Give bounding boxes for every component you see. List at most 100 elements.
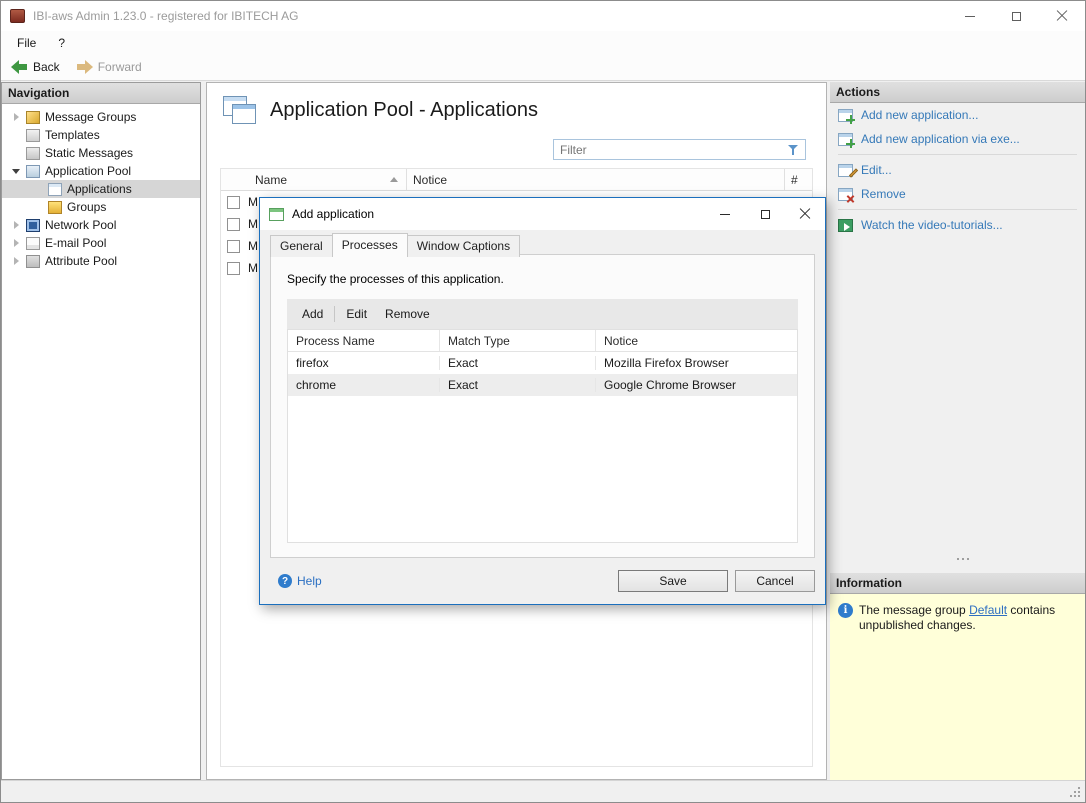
column-process-name-label: Process Name [296, 333, 375, 348]
dialog-footer: Help Save Cancel [278, 570, 815, 592]
nav-item-applications[interactable]: Applications [2, 180, 200, 198]
sort-ascending-icon [390, 177, 398, 182]
nav-item-message-groups[interactable]: Message Groups [2, 108, 200, 126]
match-type-cell: Exact [440, 356, 596, 370]
help-icon [278, 574, 292, 588]
processes-table: Process Name Match Type Notice firefox E… [287, 329, 798, 543]
default-message-group-link[interactable]: Default [969, 603, 1007, 617]
column-count[interactable]: # [785, 169, 812, 190]
filter-funnel-icon[interactable] [787, 144, 800, 156]
process-row-chrome[interactable]: chrome Exact Google Chrome Browser [288, 374, 797, 396]
applications-stack-icon [223, 96, 257, 125]
nav-item-static-messages[interactable]: Static Messages [2, 144, 200, 162]
process-remove-button[interactable]: Remove [376, 307, 439, 321]
navigation-tree: Message Groups Templates Static Messages… [2, 104, 200, 270]
dialog-maximize-button[interactable] [745, 198, 785, 230]
notice-cell: Google Chrome Browser [604, 378, 737, 392]
cancel-button[interactable]: Cancel [735, 570, 815, 592]
dialog-title-bar: Add application [260, 198, 825, 230]
chevron-right-icon[interactable] [8, 257, 24, 265]
select-all-column [221, 169, 247, 190]
dialog-icon [269, 207, 284, 221]
column-match-type[interactable]: Match Type [440, 330, 596, 351]
action-add-new-application[interactable]: Add new application... [830, 103, 1085, 127]
minimize-icon [720, 213, 730, 215]
action-remove[interactable]: Remove [830, 182, 1085, 206]
nav-item-application-pool[interactable]: Application Pool [2, 162, 200, 180]
dialog-window-controls [705, 198, 825, 230]
nav-item-label: Groups [67, 200, 107, 214]
right-panel: Actions Add new application... Add new a… [830, 82, 1085, 780]
info-text-before: The message group [859, 603, 970, 617]
column-count-label: # [791, 172, 798, 187]
column-process-name[interactable]: Process Name [288, 330, 440, 351]
nav-item-label: Application Pool [45, 164, 132, 178]
application-name: M [248, 261, 258, 275]
resize-grip[interactable] [1070, 787, 1082, 799]
process-add-button[interactable]: Add [293, 307, 332, 321]
nav-item-label: Attribute Pool [45, 254, 118, 268]
action-label: Add new application via exe... [861, 132, 1020, 146]
column-notice[interactable]: Notice [596, 330, 797, 351]
process-name-cell: firefox [288, 356, 440, 370]
nav-item-templates[interactable]: Templates [2, 126, 200, 144]
forward-button[interactable]: Forward [76, 60, 142, 74]
tab-processes[interactable]: Processes [331, 233, 408, 258]
navigation-toolbar: Back Forward [1, 54, 1085, 81]
window-title: IBI-aws Admin 1.23.0 - registered for IB… [33, 9, 299, 23]
help-label: Help [297, 574, 322, 588]
column-name-label: Name [255, 172, 288, 187]
column-notice-label: Notice [413, 172, 448, 187]
attribute-pool-icon [26, 254, 40, 268]
menu-help[interactable]: ? [58, 36, 65, 50]
video-tutorials-icon [838, 218, 853, 232]
nav-item-groups[interactable]: Groups [2, 198, 200, 216]
process-row-firefox[interactable]: firefox Exact Mozilla Firefox Browser [288, 352, 797, 374]
dialog-minimize-button[interactable] [705, 198, 745, 230]
message-groups-icon [26, 110, 40, 124]
row-checkbox[interactable] [227, 195, 240, 209]
panel-splitter[interactable] [830, 558, 1085, 564]
nav-item-network-pool[interactable]: Network Pool [2, 216, 200, 234]
processes-toolbar: Add Edit Remove [287, 299, 798, 329]
row-checkbox[interactable] [227, 261, 240, 275]
menu-file[interactable]: File [17, 36, 36, 50]
minimize-button[interactable] [947, 1, 993, 31]
chevron-right-icon[interactable] [8, 239, 24, 247]
action-label: Remove [861, 187, 906, 201]
nav-item-attribute-pool[interactable]: Attribute Pool [2, 252, 200, 270]
process-edit-button[interactable]: Edit [337, 307, 376, 321]
action-watch-video-tutorials[interactable]: Watch the video-tutorials... [830, 213, 1085, 237]
action-edit[interactable]: Edit... [830, 158, 1085, 182]
dialog-tabs: General Processes Window Captions [270, 233, 521, 258]
navigation-panel: Navigation Message Groups Templates Stat… [1, 82, 201, 780]
nav-item-label: E-mail Pool [45, 236, 107, 250]
help-link[interactable]: Help [278, 574, 322, 588]
process-name-cell: chrome [288, 378, 440, 392]
chevron-right-icon[interactable] [8, 113, 24, 121]
dialog-close-button[interactable] [785, 198, 825, 230]
maximize-icon [760, 209, 770, 219]
filter-box [553, 139, 806, 160]
column-notice[interactable]: Notice [407, 169, 785, 190]
maximize-button[interactable] [993, 1, 1039, 31]
column-name[interactable]: Name [247, 169, 407, 190]
actions-separator [838, 209, 1077, 210]
close-button[interactable] [1039, 1, 1085, 31]
chevron-right-icon[interactable] [8, 221, 24, 229]
tab-general[interactable]: General [270, 235, 333, 257]
groups-icon [48, 200, 62, 214]
action-add-new-application-via-exe[interactable]: Add new application via exe... [830, 127, 1085, 151]
filter-input[interactable] [554, 142, 787, 157]
save-button[interactable]: Save [618, 570, 728, 592]
chevron-down-icon[interactable] [8, 168, 24, 174]
nav-item-email-pool[interactable]: E-mail Pool [2, 234, 200, 252]
application-pool-icon [26, 164, 40, 178]
tab-window-captions[interactable]: Window Captions [406, 235, 521, 257]
row-checkbox[interactable] [227, 239, 240, 253]
close-icon [1056, 10, 1068, 22]
row-checkbox[interactable] [227, 217, 240, 231]
nav-item-label: Message Groups [45, 110, 137, 124]
back-button[interactable]: Back [11, 60, 60, 74]
processes-tab-panel: Specify the processes of this applicatio… [270, 254, 815, 558]
